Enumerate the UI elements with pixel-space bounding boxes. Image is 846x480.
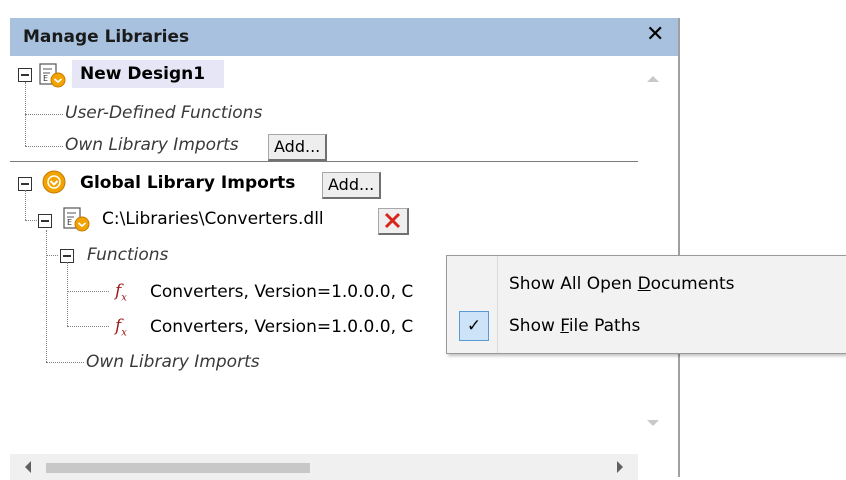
function-item[interactable]: Converters, Version=1.0.0.0, C (150, 317, 413, 337)
scroll-left-icon[interactable] (18, 454, 38, 480)
collapse-library-toggle[interactable] (38, 214, 52, 228)
tree-line (67, 291, 109, 292)
tree-line (67, 262, 68, 326)
checkmark-icon: ✓ (459, 311, 489, 341)
horizontal-scroll-thumb[interactable] (46, 463, 310, 473)
svg-text:E: E (67, 218, 72, 227)
menu-item-label: Show All Open Documents (509, 274, 735, 294)
svg-text:E: E (43, 74, 48, 83)
function-icon: fx (115, 281, 127, 304)
tree-line (46, 230, 47, 362)
vertical-scrollbar[interactable] (638, 58, 668, 448)
tree-line (46, 255, 58, 256)
function-item[interactable]: Converters, Version=1.0.0.0, C (150, 282, 413, 302)
library-own-imports-node[interactable]: Own Library Imports (86, 352, 260, 372)
function-icon: fx (115, 316, 127, 339)
menu-item-show-file-paths[interactable]: ✓ Show File Paths (447, 307, 846, 347)
add-global-import-button[interactable]: Add... (322, 172, 382, 199)
own-library-imports-node[interactable]: Own Library Imports (65, 135, 239, 155)
collapse-design-toggle[interactable] (18, 68, 32, 82)
tree-line (25, 220, 37, 221)
tree-line (25, 146, 63, 147)
global-library-imports-node[interactable]: Global Library Imports (80, 173, 295, 193)
design-file-icon: E (38, 63, 68, 89)
remove-icon (384, 212, 401, 229)
panel-title-bar: Manage Libraries ✕ (10, 18, 678, 56)
global-library-icon (42, 170, 68, 196)
tree-line (67, 326, 109, 327)
remove-library-button[interactable] (378, 208, 409, 235)
scroll-right-icon[interactable] (610, 454, 630, 480)
user-defined-functions-node[interactable]: User-Defined Functions (65, 103, 262, 123)
panel-title: Manage Libraries (23, 27, 190, 47)
collapse-functions-toggle[interactable] (60, 249, 74, 263)
menu-item-show-all-open-documents[interactable]: Show All Open Documents (447, 265, 846, 305)
library-path[interactable]: C:\Libraries\Converters.dll (102, 209, 324, 229)
close-icon[interactable]: ✕ (646, 22, 664, 47)
collapse-global-toggle[interactable] (18, 177, 32, 191)
menu-item-label: Show File Paths (509, 316, 641, 336)
design-name[interactable]: New Design1 (80, 64, 205, 84)
scroll-down-icon[interactable] (638, 414, 668, 434)
functions-node[interactable]: Functions (87, 245, 168, 265)
add-own-import-button[interactable]: Add... (268, 134, 328, 161)
tree-line (46, 362, 84, 363)
library-file-icon: E (62, 207, 92, 233)
context-menu: Show All Open Documents ✓ Show File Path… (446, 255, 846, 354)
scroll-up-icon[interactable] (638, 68, 668, 88)
tree-line (25, 114, 63, 115)
tree-separator (10, 161, 668, 162)
horizontal-scrollbar[interactable] (10, 454, 638, 480)
manage-libraries-panel: Manage Libraries ✕ E New Design1 User-De… (10, 18, 680, 480)
tree-line (25, 190, 26, 220)
